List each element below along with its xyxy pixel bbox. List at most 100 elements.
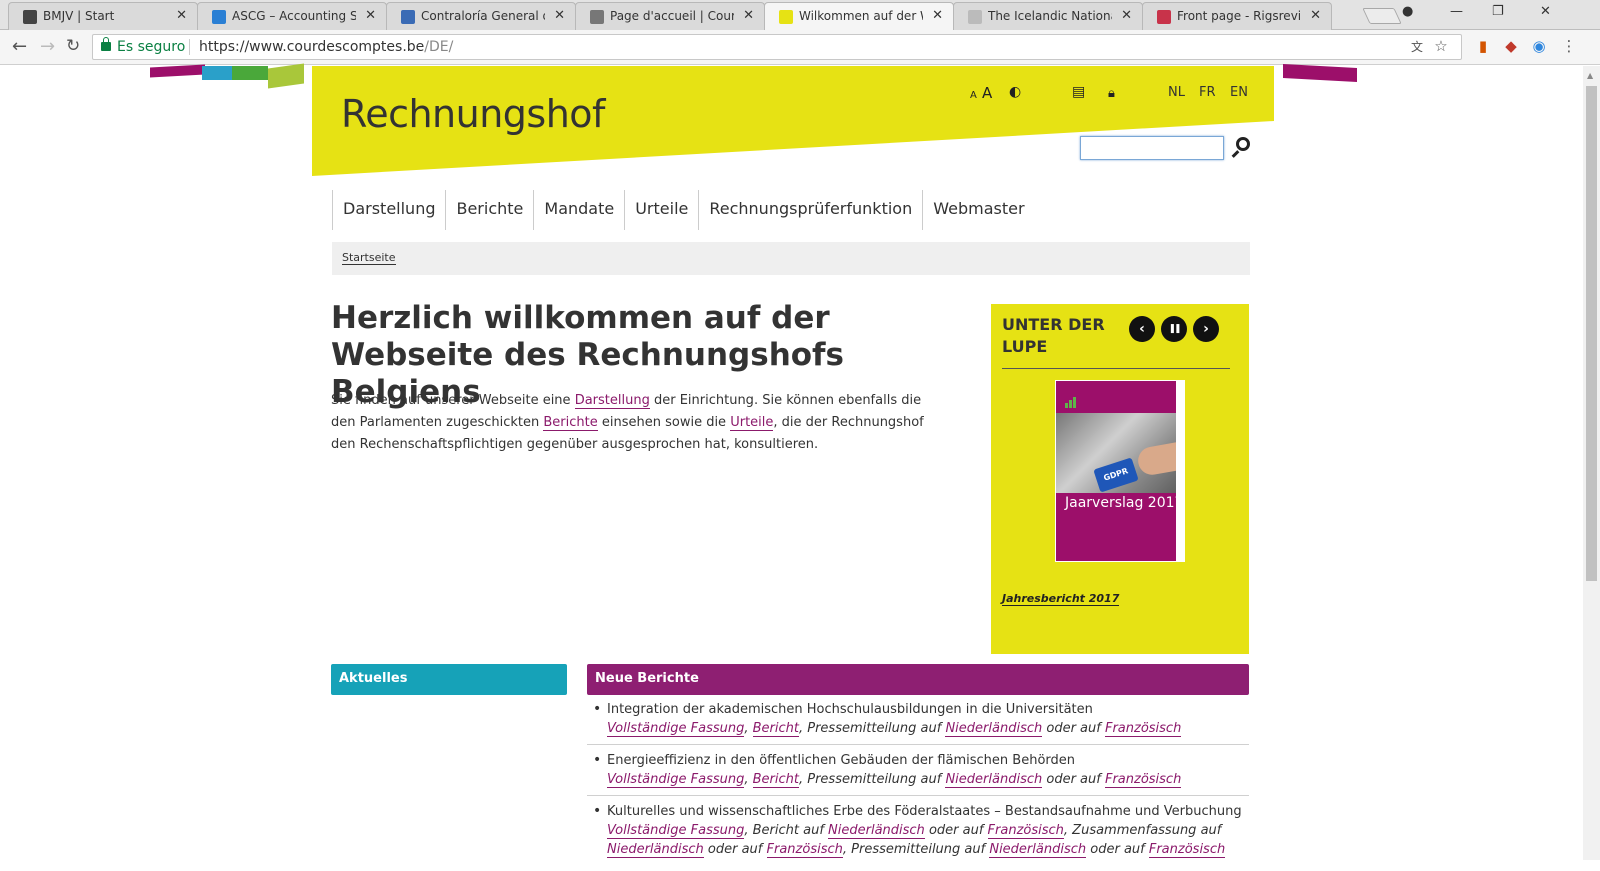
aktuelles-header: Aktuelles — [331, 664, 567, 695]
bookmark-star-icon[interactable]: ☆ — [1432, 37, 1450, 55]
report-link[interactable]: Niederländisch — [607, 842, 704, 858]
report-link[interactable]: Niederländisch — [989, 842, 1087, 858]
browser-tab[interactable]: BMJV | Start ✕ — [8, 2, 198, 30]
extension-pdf-icon[interactable]: ◆ — [1502, 37, 1520, 55]
contrast-icon[interactable]: ◐ — [1009, 84, 1021, 100]
report-link[interactable]: Niederländisch — [945, 772, 1043, 788]
carousel-next-button[interactable]: › — [1193, 316, 1219, 342]
nav-item-webmaster[interactable]: Webmaster — [922, 190, 1034, 230]
spotlight-title: UNTER DER LUPE — [1002, 315, 1105, 356]
address-separator — [189, 39, 190, 55]
spotlight-box: UNTER DER LUPE ‹ ❚❚ › GDPR Jaarverslag 2… — [991, 304, 1249, 654]
carousel-prev-button[interactable]: ‹ — [1129, 316, 1155, 342]
report-title: Kulturelles und wissenschaftliches Erbe … — [607, 804, 1242, 819]
breadcrumb-home-link[interactable]: Startseite — [342, 251, 396, 265]
tab-favicon-icon — [401, 10, 415, 24]
report-links: Vollständige Fassung, Bericht, Pressemit… — [607, 719, 1249, 738]
tab-favicon-icon — [590, 10, 604, 24]
report-link[interactable]: Vollständige Fassung — [607, 772, 745, 788]
language-link-en[interactable]: EN — [1230, 85, 1248, 100]
print-icon[interactable]: ▤ — [1072, 84, 1085, 100]
nav-item-urteile[interactable]: Urteile — [624, 190, 698, 230]
search-button[interactable] — [1231, 136, 1254, 158]
browser-tab[interactable]: ASCG – Accounting Stand ✕ — [197, 2, 387, 30]
report-title: Integration der akademischen Hochschulau… — [607, 702, 1093, 717]
extension-sync-icon[interactable]: ◉ — [1530, 37, 1548, 55]
cover-logo-icon — [1065, 389, 1085, 408]
intro-paragraph: Sie finden auf unserer Webseite eine Dar… — [331, 393, 924, 452]
decor-stripe-green — [232, 66, 268, 80]
neue-berichte-header: Neue Berichte — [587, 664, 1249, 695]
tab-close-icon[interactable]: ✕ — [932, 8, 943, 23]
language-link-fr[interactable]: FR — [1199, 85, 1216, 100]
report-link[interactable]: Französisch — [1104, 721, 1182, 737]
report-link[interactable]: Vollständige Fassung — [607, 721, 745, 737]
forward-arrow-icon[interactable]: → — [40, 36, 55, 57]
report-link[interactable]: Französisch — [987, 823, 1064, 839]
back-arrow-icon[interactable]: ← — [12, 36, 27, 57]
report-links: Vollständige Fassung, Bericht auf Nieder… — [607, 821, 1249, 859]
site-title[interactable]: Rechnungshof — [341, 92, 605, 136]
browser-tab[interactable]: Wilkommen auf der Web ✕ — [764, 2, 954, 31]
nav-item-mandate[interactable]: Mandate — [533, 190, 624, 230]
browser-tab[interactable]: The Icelandic National Au ✕ — [953, 2, 1143, 30]
new-tab-button[interactable] — [1362, 8, 1402, 24]
browser-tab[interactable]: Contraloría General de la ✕ — [386, 2, 576, 30]
profile-icon[interactable]: ● — [1402, 4, 1413, 19]
address-bar[interactable]: Es seguro https://www.courdescomptes.be/… — [92, 34, 1462, 60]
annual-report-cover[interactable]: GDPR Jaarverslag 2017 — [1055, 380, 1185, 562]
tab-close-icon[interactable]: ✕ — [176, 8, 187, 23]
tab-title: BMJV | Start — [43, 9, 115, 23]
menu-dots-icon[interactable]: ⋮ — [1560, 37, 1578, 55]
lock-login-icon[interactable]: 🔒︎ — [1108, 86, 1115, 101]
restore-icon[interactable]: ❐ — [1492, 4, 1504, 19]
tab-close-icon[interactable]: ✕ — [554, 8, 565, 23]
font-smaller-button[interactable]: A — [970, 90, 977, 101]
report-link-separator: , Pressemitteilung auf — [798, 772, 946, 787]
report-link[interactable]: Französisch — [1148, 842, 1226, 858]
link-darstellung[interactable]: Darstellung — [574, 393, 650, 409]
report-link[interactable]: Niederländisch — [828, 823, 925, 839]
report-title: Energieeffizienz in den öffentlichen Geb… — [607, 753, 1076, 768]
report-link-separator: , Bericht auf — [744, 823, 829, 838]
reload-icon[interactable]: ↻ — [66, 36, 80, 56]
report-link[interactable]: Niederländisch — [945, 721, 1043, 737]
tab-favicon-icon — [212, 10, 226, 24]
tab-close-icon[interactable]: ✕ — [365, 8, 376, 23]
link-berichte[interactable]: Berichte — [543, 415, 598, 431]
tab-title: The Icelandic National Au — [988, 9, 1112, 23]
report-link[interactable]: Bericht — [752, 721, 799, 737]
translate-icon[interactable]: 文 — [1408, 38, 1426, 56]
nav-item-rechnungsprferfunktion[interactable]: Rechnungsprüferfunktion — [698, 190, 922, 230]
scroll-up-icon[interactable]: ▲ — [1587, 71, 1593, 80]
annual-report-link[interactable]: Jahresbericht 2017 — [1002, 592, 1120, 606]
report-link[interactable]: Französisch — [1104, 772, 1182, 788]
carousel-pause-button[interactable]: ❚❚ — [1161, 316, 1187, 342]
search-icon-handle — [1231, 150, 1240, 158]
tab-favicon-icon — [23, 10, 37, 24]
report-link-separator: , Pressemitteilung auf — [842, 842, 990, 857]
font-larger-button[interactable]: A — [982, 84, 992, 102]
search-input[interactable] — [1080, 136, 1224, 160]
report-link[interactable]: Französisch — [766, 842, 843, 858]
extension-office-icon[interactable]: ▮ — [1474, 37, 1492, 55]
report-link[interactable]: Bericht — [752, 772, 799, 788]
minimize-icon[interactable]: — — [1450, 4, 1463, 19]
cover-title: Jaarverslag 2017 — [1065, 495, 1184, 511]
tab-close-icon[interactable]: ✕ — [1121, 8, 1132, 23]
link-urteile[interactable]: Urteile — [730, 415, 774, 431]
browser-tab[interactable]: Front page - Rigsrevision ✕ — [1142, 2, 1332, 30]
report-link-separator: , Pressemitteilung auf — [798, 721, 946, 736]
nav-item-berichte[interactable]: Berichte — [445, 190, 533, 230]
tab-close-icon[interactable]: ✕ — [1310, 8, 1321, 23]
close-window-icon[interactable]: ✕ — [1540, 4, 1551, 19]
scrollbar-thumb[interactable] — [1586, 86, 1597, 581]
language-link-nl[interactable]: NL — [1168, 85, 1185, 100]
browser-tab[interactable]: Page d'accueil | Cour des ✕ — [575, 2, 765, 30]
report-link[interactable]: Vollständige Fassung — [607, 823, 745, 839]
tab-close-icon[interactable]: ✕ — [743, 8, 754, 23]
report-link-separator: , — [744, 721, 753, 736]
nav-item-darstellung[interactable]: Darstellung — [332, 190, 445, 230]
tab-title: Page d'accueil | Cour des — [610, 9, 734, 23]
page-scrollbar[interactable]: ▲ — [1583, 66, 1600, 860]
